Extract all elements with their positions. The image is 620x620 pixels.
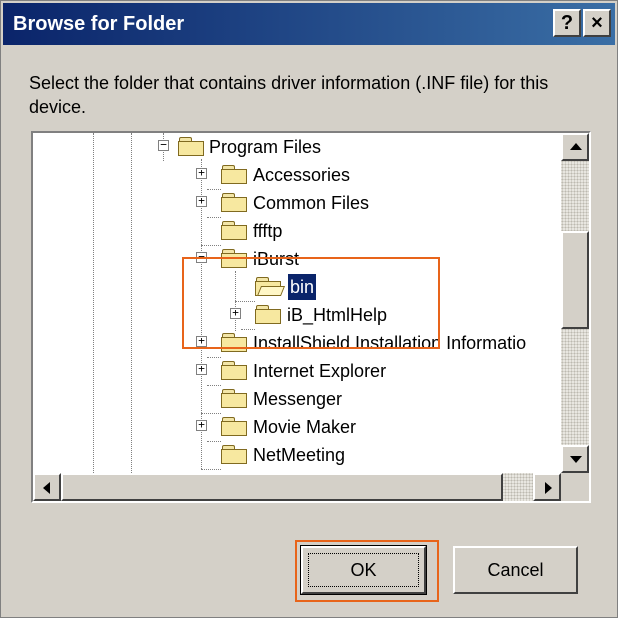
- tree-item-program-files[interactable]: − Program Files: [33, 133, 561, 161]
- tree-item-label[interactable]: ffftp: [251, 218, 284, 244]
- tree-item-netmeeting[interactable]: NetMeeting: [33, 441, 561, 469]
- folder-icon: [221, 333, 247, 352]
- tree-item-movie-maker[interactable]: + Movie Maker: [33, 413, 561, 441]
- collapse-toggle[interactable]: −: [196, 251, 207, 263]
- tree-item-label[interactable]: Common Files: [251, 190, 371, 216]
- collapse-toggle[interactable]: −: [158, 139, 169, 151]
- vertical-scrollbar[interactable]: [561, 133, 589, 473]
- scroll-down-button[interactable]: [561, 445, 589, 473]
- tree-item-label[interactable]: NetMeeting: [251, 442, 347, 468]
- folder-icon: [221, 417, 247, 436]
- help-button[interactable]: ?: [553, 9, 581, 37]
- tree-item-ib-htmlhelp[interactable]: + iB_HtmlHelp: [33, 301, 561, 329]
- tree-item-label[interactable]: Program Files: [207, 134, 323, 160]
- tree-item-ffftp[interactable]: ffftp: [33, 217, 561, 245]
- tree-item-label[interactable]: InstallShield Installation Informatio: [251, 330, 528, 356]
- folder-icon: [221, 361, 247, 380]
- title-bar[interactable]: Browse for Folder ? ×: [3, 3, 615, 45]
- vertical-scroll-thumb[interactable]: [561, 231, 589, 329]
- scrollbar-corner: [561, 473, 589, 501]
- browse-for-folder-dialog: Browse for Folder ? × Select the folder …: [0, 0, 618, 618]
- horizontal-scroll-thumb[interactable]: [61, 473, 503, 501]
- close-button[interactable]: ×: [583, 9, 611, 37]
- folder-icon: [221, 221, 247, 240]
- expand-toggle[interactable]: +: [196, 335, 207, 347]
- down-arrow-icon: [570, 456, 582, 463]
- scroll-up-button[interactable]: [561, 133, 589, 161]
- tree-item-bin[interactable]: bin: [33, 273, 561, 301]
- folder-icon: [221, 193, 247, 212]
- tree-item-label[interactable]: iBurst: [251, 246, 301, 272]
- expand-toggle[interactable]: +: [196, 419, 207, 431]
- right-arrow-icon: [545, 482, 552, 494]
- expand-toggle[interactable]: +: [196, 167, 207, 179]
- folder-icon: [221, 249, 247, 268]
- window-title: Browse for Folder: [13, 13, 185, 35]
- expand-toggle[interactable]: +: [230, 307, 241, 319]
- cancel-button[interactable]: Cancel: [453, 546, 578, 594]
- tree-item-accessories[interactable]: + Accessories: [33, 161, 561, 189]
- tree-item-label[interactable]: Messenger: [251, 386, 344, 412]
- folder-icon: [221, 389, 247, 408]
- tree-item-common-files[interactable]: + Common Files: [33, 189, 561, 217]
- ok-button[interactable]: OK: [300, 545, 427, 595]
- focus-rectangle: [308, 553, 419, 587]
- tree-item-label-selected[interactable]: bin: [286, 273, 318, 301]
- tree-item-installshield[interactable]: + InstallShield Installation Informatio: [33, 329, 561, 357]
- scroll-left-button[interactable]: [33, 473, 61, 501]
- folder-tree-view[interactable]: − Program Files + Accessories + Common F…: [33, 133, 561, 473]
- tree-guide: [201, 469, 221, 470]
- folder-icon: [255, 305, 281, 324]
- tree-item-iburst[interactable]: − iBurst: [33, 245, 561, 273]
- expand-toggle[interactable]: +: [196, 363, 207, 375]
- tree-item-internet-explorer[interactable]: + Internet Explorer: [33, 357, 561, 385]
- left-arrow-icon: [43, 482, 50, 494]
- folder-icon: [221, 165, 247, 184]
- folder-icon: [221, 445, 247, 464]
- tree-item-label[interactable]: iB_HtmlHelp: [285, 302, 389, 328]
- up-arrow-icon: [570, 143, 582, 150]
- expand-toggle[interactable]: +: [196, 195, 207, 207]
- scroll-right-button[interactable]: [533, 473, 561, 501]
- open-folder-icon: [255, 277, 286, 296]
- tree-item-label[interactable]: Movie Maker: [251, 414, 358, 440]
- folder-tree[interactable]: − Program Files + Accessories + Common F…: [31, 131, 591, 503]
- instruction-text: Select the folder that contains driver i…: [29, 73, 549, 117]
- horizontal-scrollbar[interactable]: [33, 473, 561, 501]
- tree-item-messenger[interactable]: Messenger: [33, 385, 561, 413]
- cancel-button-label: Cancel: [487, 560, 544, 580]
- tree-item-label[interactable]: Internet Explorer: [251, 358, 388, 384]
- folder-icon: [178, 137, 204, 156]
- tree-item-label[interactable]: Accessories: [251, 162, 352, 188]
